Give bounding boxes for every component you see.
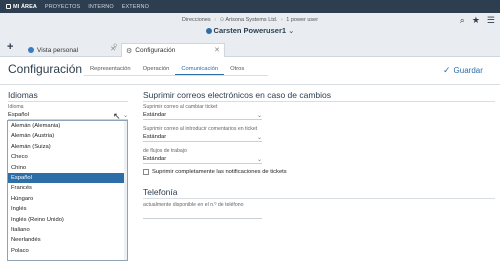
user-selector[interactable]: Carsten Poweruser1 ⌄	[0, 26, 500, 35]
ticket-change-select[interactable]: Estándar ⌄	[143, 112, 262, 120]
workflow-select[interactable]: Estándar ⌄	[143, 156, 262, 164]
user-icon	[205, 27, 212, 34]
language-dropdown-list: Alemán (Alemania) Alemán (Austria) Alemán …	[7, 120, 128, 261]
search-icon[interactable]: ⌕	[460, 15, 465, 26]
subtab-comunicacion[interactable]: Comunicación	[175, 66, 225, 75]
language-option[interactable]: Inglés (Reino Unido)	[8, 215, 127, 225]
add-tab-button[interactable]: +	[7, 41, 13, 53]
checkbox-label: Suprimir completamente las notificacione…	[152, 169, 287, 175]
user-name: Carsten Poweruser1	[213, 26, 287, 35]
header-divider	[0, 84, 500, 85]
language-option[interactable]: Italiano	[8, 225, 127, 235]
nav-link-externo[interactable]: EXTERNO	[122, 4, 149, 10]
language-option[interactable]: Húngaro	[8, 194, 127, 204]
section-heading-email: Suprimir correos electrónicos en caso de…	[143, 90, 332, 100]
chevron-down-icon: ⌄	[122, 113, 128, 119]
scrollbar[interactable]	[124, 121, 127, 260]
language-option[interactable]: Español	[8, 172, 127, 184]
breadcrumb: Direcciones › ⊙ Arisona Systems Ltd. › 1…	[0, 17, 500, 23]
globe-icon	[28, 47, 34, 53]
breadcrumb-separator: ›	[214, 17, 217, 23]
breadcrumb-item[interactable]: 1 power user	[286, 17, 318, 23]
mouse-cursor-icon: ↖	[113, 111, 121, 121]
close-icon[interactable]: ✕	[214, 46, 220, 54]
phone-input[interactable]	[143, 210, 262, 219]
language-option[interactable]: Alemán (Austria)	[8, 131, 127, 141]
star-icon[interactable]: ★	[472, 15, 480, 26]
tab-configuracion[interactable]: ⚙ Configuración ✕	[121, 43, 225, 57]
top-nav: MI ÁREA PROYECTOS INTERNO EXTERNO	[0, 0, 500, 13]
field-label: Suprimir correo al introducir comentario…	[143, 126, 258, 132]
subtab-representacion[interactable]: Representación	[84, 66, 137, 75]
language-option[interactable]: Inglés	[8, 204, 127, 214]
sub-tabs: Representación Operación Comunicación Ot…	[84, 66, 250, 75]
select-value: Estándar	[143, 112, 167, 118]
select-value: Estándar	[143, 134, 167, 140]
language-option[interactable]: Polaco	[8, 246, 127, 256]
language-label: Idioma	[8, 104, 24, 110]
tab-bar: + Vista personal ✕ ⚲ ⚙ Configuración ✕	[0, 40, 500, 57]
breadcrumb-separator: ›	[280, 17, 283, 23]
nav-link-interno[interactable]: INTERNO	[88, 4, 113, 10]
chevron-down-icon: ⌄	[256, 135, 262, 141]
save-label: Guardar	[453, 66, 483, 75]
chevron-down-icon: ⌄	[288, 26, 295, 35]
subtab-otros[interactable]: Otros	[224, 66, 250, 75]
ticket-comment-select[interactable]: Estándar ⌄	[143, 134, 262, 142]
save-button[interactable]: ✓ Guardar	[443, 65, 483, 76]
brand-label: MI ÁREA	[13, 3, 37, 10]
language-option[interactable]: Neerlandés	[8, 235, 127, 245]
field-label: Suprimir correo al cambiar ticket	[143, 104, 218, 110]
section-divider	[143, 101, 495, 102]
chevron-down-icon: ⌄	[256, 157, 262, 163]
brand-link[interactable]: MI ÁREA	[0, 4, 37, 10]
phone-label: actualmente disponible en el n.º de telé…	[143, 202, 244, 208]
nav-link-proyectos[interactable]: PROYECTOS	[45, 4, 80, 10]
language-option[interactable]: Francés	[8, 183, 127, 193]
language-option[interactable]: Alemán (Alemania)	[8, 121, 127, 131]
home-icon	[6, 4, 11, 9]
section-heading-idiomas: Idiomas	[8, 90, 38, 100]
field-label: de flujos de trabajo	[143, 148, 187, 154]
language-option[interactable]: Checo	[8, 152, 127, 162]
page-title: Configuración	[8, 62, 83, 76]
menu-icon[interactable]: ☰	[487, 15, 495, 26]
section-heading-telefonia: Telefonía	[143, 187, 178, 197]
gear-icon: ⚙	[126, 47, 133, 55]
org-icon: ⊙	[219, 17, 225, 23]
select-value: Estándar	[143, 156, 167, 162]
pin-icon[interactable]: ⚲	[113, 43, 117, 50]
section-divider	[143, 198, 495, 199]
language-option[interactable]: Alemán (Suiza)	[8, 142, 127, 152]
breadcrumb-item[interactable]: Direcciones	[182, 17, 211, 23]
check-icon: ✓	[443, 65, 451, 75]
language-select[interactable]: Español ⌄	[8, 112, 128, 120]
section-divider	[8, 101, 128, 102]
suppress-notifications-checkbox[interactable]	[143, 169, 149, 175]
language-option[interactable]: Chino	[8, 163, 127, 173]
chevron-down-icon: ⌄	[256, 113, 262, 119]
tab-label: Configuración	[135, 47, 176, 54]
breadcrumb-item[interactable]: Arisona Systems Ltd.	[225, 17, 277, 23]
header: Direcciones › ⊙ Arisona Systems Ltd. › 1…	[0, 13, 500, 40]
tab-label: Vista personal	[37, 46, 79, 54]
tab-vista-personal[interactable]: Vista personal ✕	[24, 43, 120, 57]
subtab-operacion[interactable]: Operación	[137, 66, 176, 75]
subtabs-underline	[84, 75, 268, 76]
language-select-value: Español	[8, 112, 29, 118]
